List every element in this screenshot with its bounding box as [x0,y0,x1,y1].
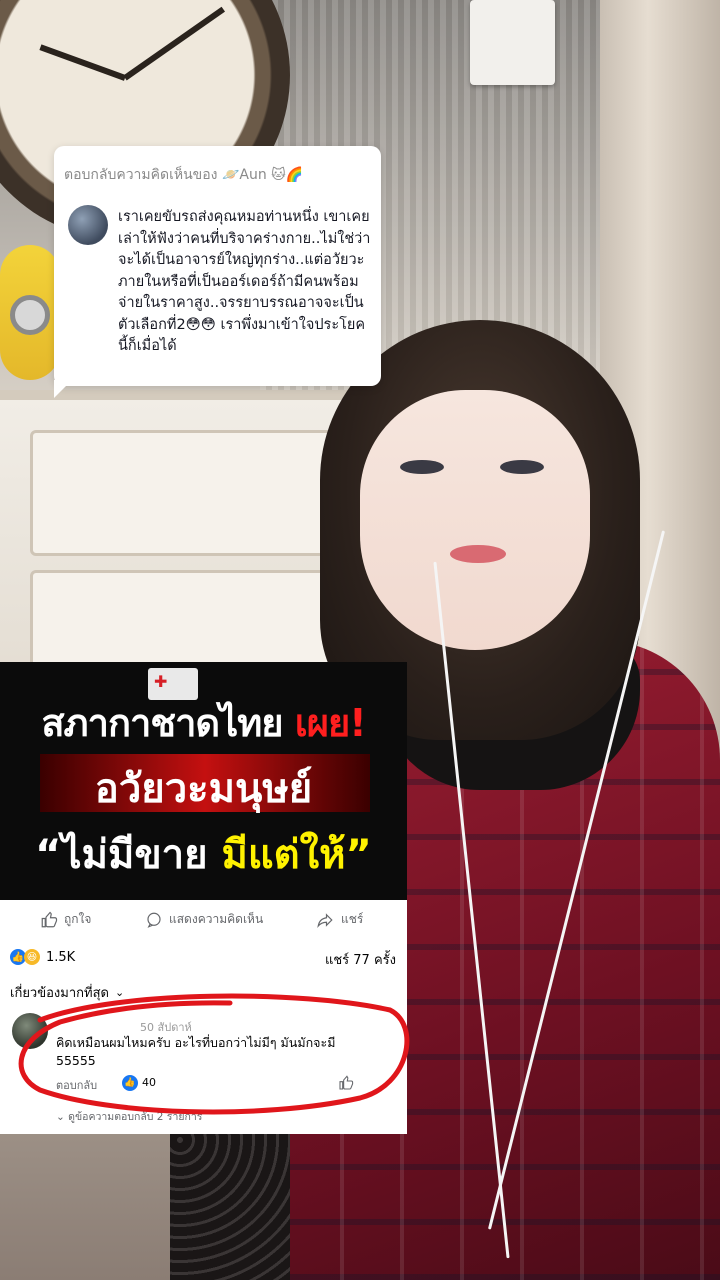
view-more-replies[interactable]: ⌄ ดูข้อความตอบกลับ 2 รายการ [56,1108,202,1125]
comment-sort-dropdown[interactable]: เกี่ยวข้องมากที่สุด ⌄ [10,982,124,1003]
banner-reveal: เผย! [294,701,367,745]
comment-button[interactable]: แสดงความคิดเห็น [145,910,263,929]
lace-tights [170,1130,290,1280]
comment-sort-label: เกี่ยวข้องมากที่สุด [10,986,109,1001]
reply-sticker-header: ตอบกลับความคิดเห็นของ 🪐Aun 🐱🌈 [64,167,304,183]
reply-sticker-body: เราเคยขับรถส่งคุณหมอท่านหนึ่ง เขาเคยเล่า… [118,209,371,354]
minion-toy [0,245,60,380]
comment-avatar[interactable] [12,1013,48,1049]
like-button[interactable]: ถูกใจ [40,910,91,929]
comment-label: แสดงความคิดเห็น [169,912,264,926]
fb-stats-row: 👍 😆 1.5K แชร์ 77 ครั้ง [10,948,396,970]
reply-link[interactable]: ตอบกลับ [56,1076,97,1094]
banner-headline-2: อวัยวะมนุษย์ [94,766,313,812]
like-reaction-icon: 👍 [122,1075,138,1091]
share-button[interactable]: แชร์ [315,910,363,929]
fb-action-bar: ถูกใจ แสดงความคิดเห็น แชร์ [0,906,407,936]
share-label: แชร์ [341,912,364,926]
comment-like-count: 40 [142,1076,156,1089]
reply-sticker-tail [54,380,72,398]
share-arrow-icon [317,912,333,928]
banner-org-name: สภากาชาดไทย [41,701,283,745]
chevron-down-icon: ⌄ [56,1111,65,1123]
comment-actions: ตอบกลับ 👍 40 [56,1075,396,1094]
like-label: ถูกใจ [64,912,92,926]
thumbs-up-icon [41,911,58,927]
chevron-down-icon: ⌄ [114,986,125,999]
thumbs-up-icon[interactable] [338,1075,354,1091]
banner-headline-1: สภากาชาดไทย เผย! [0,692,407,753]
view-more-replies-label: ดูข้อความตอบกลับ 2 รายการ [68,1111,203,1123]
share-count[interactable]: แชร์ 77 ครั้ง [325,949,396,970]
haha-reaction-icon: 😆 [24,949,40,965]
commenter-avatar[interactable] [68,205,108,245]
reaction-count: 1.5K [46,949,76,965]
banner-headline-3: “ไม่มีขาย มีแต่ให้” [0,822,407,886]
banner-not-for-sale: “ไม่มีขาย [35,832,208,878]
banner-only-given: มีแต่ให้” [221,832,372,878]
reaction-summary[interactable]: 👍 😆 1.5K [10,949,75,965]
comment-text: คิดเหมือนผมไหมครับ อะไรที่บอกว่าไม่มีๆ ม… [56,1035,336,1068]
comment-bubble-icon [147,912,161,928]
wall-socket [470,0,555,85]
person-face [360,390,590,650]
